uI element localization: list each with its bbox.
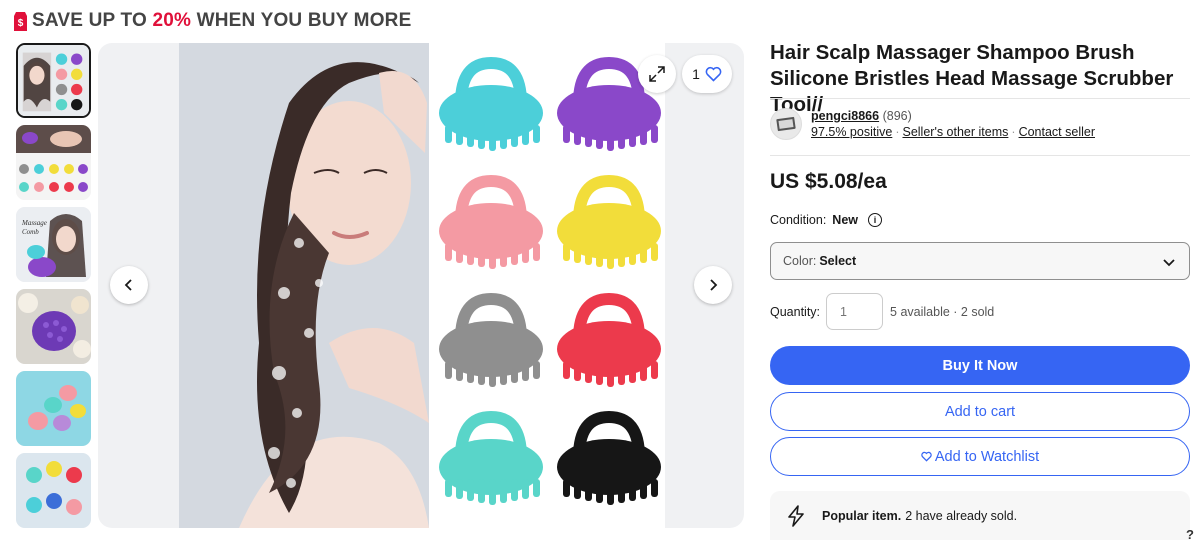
svg-text:Massage: Massage bbox=[21, 219, 47, 227]
expand-icon bbox=[649, 66, 665, 82]
availability-text: 5 available · 2 sold bbox=[890, 304, 995, 319]
svg-text:Comb: Comb bbox=[22, 228, 39, 236]
heart-icon bbox=[705, 66, 722, 82]
positive-feedback-link[interactable]: 97.5% positive bbox=[811, 125, 892, 139]
expand-image-button[interactable] bbox=[638, 55, 676, 93]
popular-label: Popular item. bbox=[822, 508, 902, 523]
chevron-down-icon bbox=[1163, 259, 1175, 267]
quantity-label: Quantity: bbox=[770, 304, 821, 319]
thumbnail-5[interactable] bbox=[16, 371, 91, 446]
listing-summary: Hair Scalp Massager Shampoo Brush Silico… bbox=[770, 40, 1190, 118]
seller-card: pengci8866 (896) 97.5% positive · Seller's… bbox=[770, 108, 1190, 140]
promo-text: SAVE UP TO 20% WHEN YOU BUY MORE bbox=[32, 10, 412, 31]
heart-icon bbox=[921, 451, 932, 462]
thumbnail-image bbox=[16, 453, 91, 528]
thumbnail-image bbox=[16, 371, 91, 446]
thumbnail-4[interactable] bbox=[16, 289, 91, 364]
lightning-icon bbox=[788, 504, 804, 527]
quantity-row: Quantity: 5 available · 2 sold bbox=[770, 293, 994, 330]
add-to-cart-button[interactable]: Add to cart bbox=[770, 392, 1190, 431]
product-photo bbox=[179, 43, 665, 528]
feedback-count: (896) bbox=[882, 109, 912, 123]
thumbnail-image: Massage Comb bbox=[16, 207, 91, 282]
seller-other-items-link[interactable]: Seller's other items bbox=[902, 125, 1008, 139]
condition-value: New bbox=[832, 213, 858, 227]
avatar[interactable] bbox=[770, 108, 802, 140]
info-icon[interactable]: i bbox=[868, 213, 882, 227]
next-image-button[interactable] bbox=[694, 266, 732, 304]
condition-row: Condition: New i bbox=[770, 213, 882, 227]
watch-count: 1 bbox=[692, 66, 700, 82]
quantity-input[interactable] bbox=[826, 293, 884, 330]
price-tag-icon: $ bbox=[14, 11, 27, 31]
seller-name-link[interactable]: pengci8866 bbox=[811, 109, 879, 123]
thumbnail-6[interactable] bbox=[16, 453, 91, 528]
thumbnail-3[interactable]: Massage Comb bbox=[16, 207, 91, 282]
store-logo-icon bbox=[776, 116, 796, 132]
item-price: US $5.08/ea bbox=[770, 170, 887, 193]
chevron-right-icon bbox=[710, 279, 718, 291]
contact-seller-link[interactable]: Contact seller bbox=[1019, 125, 1095, 139]
color-value: Select bbox=[819, 254, 857, 268]
thumbnail-2[interactable] bbox=[16, 125, 91, 200]
buy-it-now-button[interactable]: Buy It Now bbox=[770, 346, 1190, 385]
chevron-left-icon bbox=[124, 279, 132, 291]
seller-info: pengci8866 (896) 97.5% positive · Seller's… bbox=[811, 109, 1095, 139]
item-title: Hair Scalp Massager Shampoo Brush Silico… bbox=[770, 41, 1174, 116]
promo-banner: $ SAVE UP TO 20% WHEN YOU BUY MORE bbox=[14, 9, 411, 33]
thumbnail-image bbox=[16, 125, 91, 200]
color-label: Color: bbox=[783, 254, 817, 268]
divider bbox=[770, 98, 1190, 99]
thumbnail-1[interactable] bbox=[16, 43, 91, 118]
watchlist-label: Add to Watchlist bbox=[934, 448, 1040, 465]
divider bbox=[770, 155, 1190, 156]
previous-image-button[interactable] bbox=[110, 266, 148, 304]
thumbnail-image bbox=[18, 45, 89, 116]
color-select[interactable]: Color: Select bbox=[770, 242, 1190, 280]
svg-text:$: $ bbox=[18, 18, 24, 29]
condition-label: Condition: bbox=[770, 213, 827, 227]
main-product-image[interactable]: 1 bbox=[98, 43, 744, 528]
thumbnail-strip: Massage Comb bbox=[16, 43, 91, 535]
help-button[interactable]: ? bbox=[1186, 527, 1194, 540]
popular-text: 2 have already sold. bbox=[905, 508, 1018, 523]
watchers-button[interactable]: 1 bbox=[682, 55, 732, 93]
popular-item-banner: Popular item. 2 have already sold. bbox=[770, 491, 1190, 540]
promo-percent: 20% bbox=[152, 10, 192, 31]
thumbnail-image bbox=[16, 289, 91, 364]
add-to-watchlist-button[interactable]: Add to Watchlist bbox=[770, 437, 1190, 476]
